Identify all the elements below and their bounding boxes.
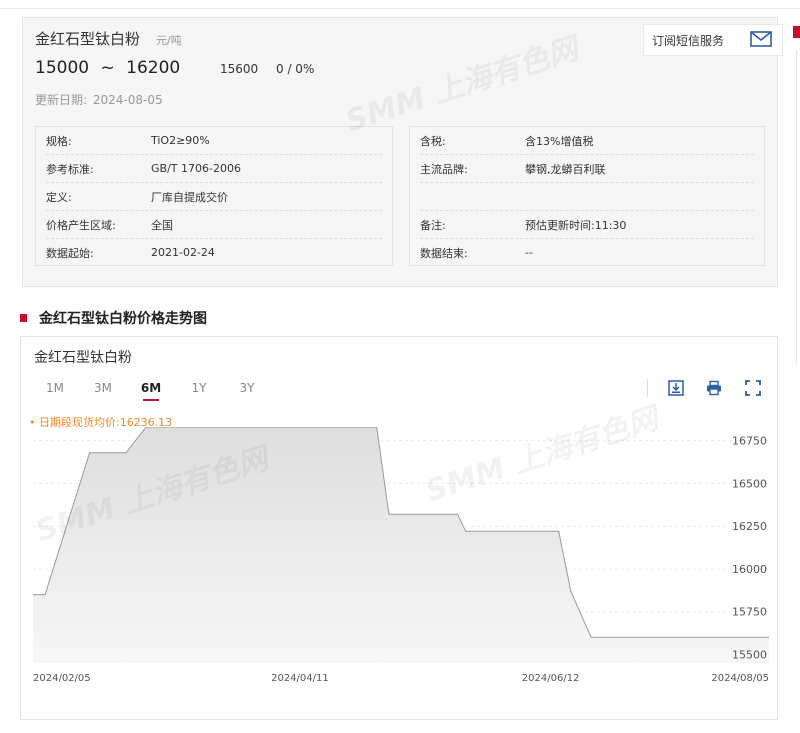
top-divider [0, 8, 800, 9]
price-chart-card: 金红石型钛白粉 1M 3M 6M 1Y 3Y • 日期段现货均价:16236.1… [20, 336, 778, 720]
price-range-separator: ~ [100, 58, 115, 78]
tab-1y[interactable]: 1Y [175, 381, 223, 401]
subscribe-sms-button[interactable]: 订阅短信服务 [643, 24, 783, 56]
price-unit: 元/吨 [156, 34, 182, 47]
update-date-value: 2024-08-05 [92, 93, 163, 107]
side-panel-border [796, 50, 797, 365]
y-tick-label: 16250 [732, 520, 767, 533]
price-low: 15000 [35, 58, 90, 78]
price-range: 15000 ~ 16200 [35, 58, 180, 78]
spec-value: 全国 [151, 218, 173, 232]
price-trend-chart: 15500 15750 16000 16250 16500 16750 2024/02/05… [33, 427, 769, 684]
spec-key: 定义: [46, 190, 72, 204]
average-price: 15600 [220, 62, 259, 76]
spec-row: 备注: 预估更新时间:11:30 [420, 211, 754, 239]
spec-key: 数据起始: [46, 246, 94, 260]
update-date-label: 更新日期: [35, 93, 88, 107]
chart-title: 金红石型钛白粉 [34, 350, 132, 366]
spec-row: 参考标准: GB/T 1706-2006 [46, 155, 382, 183]
chart-section-header: 金红石型钛白粉价格走势图 [20, 308, 207, 328]
spec-row: 主流品牌: 攀钢,龙蟒百利联 [420, 155, 754, 183]
fullscreen-icon[interactable] [745, 380, 761, 396]
spec-row [420, 183, 754, 211]
spec-value: 含13%增值税 [525, 134, 594, 148]
spec-row: 规格: TiO2≥90% [46, 127, 382, 155]
y-tick-label: 15500 [732, 648, 767, 661]
price-area [33, 427, 769, 663]
y-tick-label: 16750 [732, 435, 767, 448]
x-tick-label: 2024/02/05 [33, 673, 91, 684]
price-info-card: 金红石型钛白粉 元/吨 15000 ~ 16200 15600 0 / 0% 更… [22, 17, 783, 287]
toolbar-divider [647, 379, 648, 397]
tab-3m[interactable]: 3M [79, 381, 127, 401]
spec-panel-left: 规格: TiO2≥90% 参考标准: GB/T 1706-2006 定义: 厂库自提成… [35, 126, 393, 266]
tab-3y[interactable]: 3Y [223, 381, 271, 401]
y-tick-label: 16000 [732, 563, 767, 576]
spec-row: 数据起始: 2021-02-24 [46, 239, 382, 266]
x-tick-label: 2024/08/05 [711, 673, 769, 684]
spec-value: 2021-02-24 [151, 246, 215, 259]
spec-key: 规格: [46, 134, 72, 148]
section-marker [20, 314, 27, 322]
mail-icon [750, 30, 772, 50]
y-tick-label: 15750 [732, 606, 767, 619]
range-tabs: 1M 3M 6M 1Y 3Y [31, 381, 271, 401]
spec-key: 备注: [420, 218, 446, 232]
x-tick-label: 2024/06/12 [522, 673, 580, 684]
tab-6m[interactable]: 6M [127, 381, 175, 401]
spec-key: 含税: [420, 134, 446, 148]
y-tick-label: 16500 [732, 477, 767, 490]
spec-value: TiO2≥90% [151, 134, 210, 147]
update-date: 更新日期: 2024-08-05 [35, 91, 163, 108]
spec-value: -- [525, 246, 533, 259]
download-icon[interactable] [668, 380, 684, 396]
product-title: 金红石型钛白粉 [35, 30, 141, 48]
section-title: 金红石型钛白粉价格走势图 [39, 311, 207, 327]
side-panel-marker [793, 26, 800, 38]
spec-key: 主流品牌: [420, 162, 468, 176]
spec-key: 价格产生区域: [46, 218, 116, 232]
spec-value: 攀钢,龙蟒百利联 [525, 162, 606, 176]
spec-value: 预估更新时间:11:30 [525, 218, 627, 232]
subscribe-sms-label: 订阅短信服务 [652, 33, 725, 48]
tab-1m[interactable]: 1M [31, 381, 79, 401]
price-high: 16200 [126, 58, 181, 78]
spec-key: 数据结束: [420, 246, 468, 260]
spec-value: 厂库自提成交价 [151, 190, 228, 204]
spec-row: 数据结束: -- [420, 239, 754, 266]
spec-row: 含税: 含13%增值税 [420, 127, 754, 155]
price-change: 0 / 0% [276, 62, 315, 76]
spec-row: 价格产生区域: 全国 [46, 211, 382, 239]
spec-row: 定义: 厂库自提成交价 [46, 183, 382, 211]
spec-value: GB/T 1706-2006 [151, 162, 241, 175]
print-icon[interactable] [706, 380, 722, 396]
spec-panel-right: 含税: 含13%增值税 主流品牌: 攀钢,龙蟒百利联 备注: 预估更新时间:11:30… [409, 126, 765, 266]
x-tick-label: 2024/04/11 [271, 673, 329, 684]
spec-key: 参考标准: [46, 162, 94, 176]
